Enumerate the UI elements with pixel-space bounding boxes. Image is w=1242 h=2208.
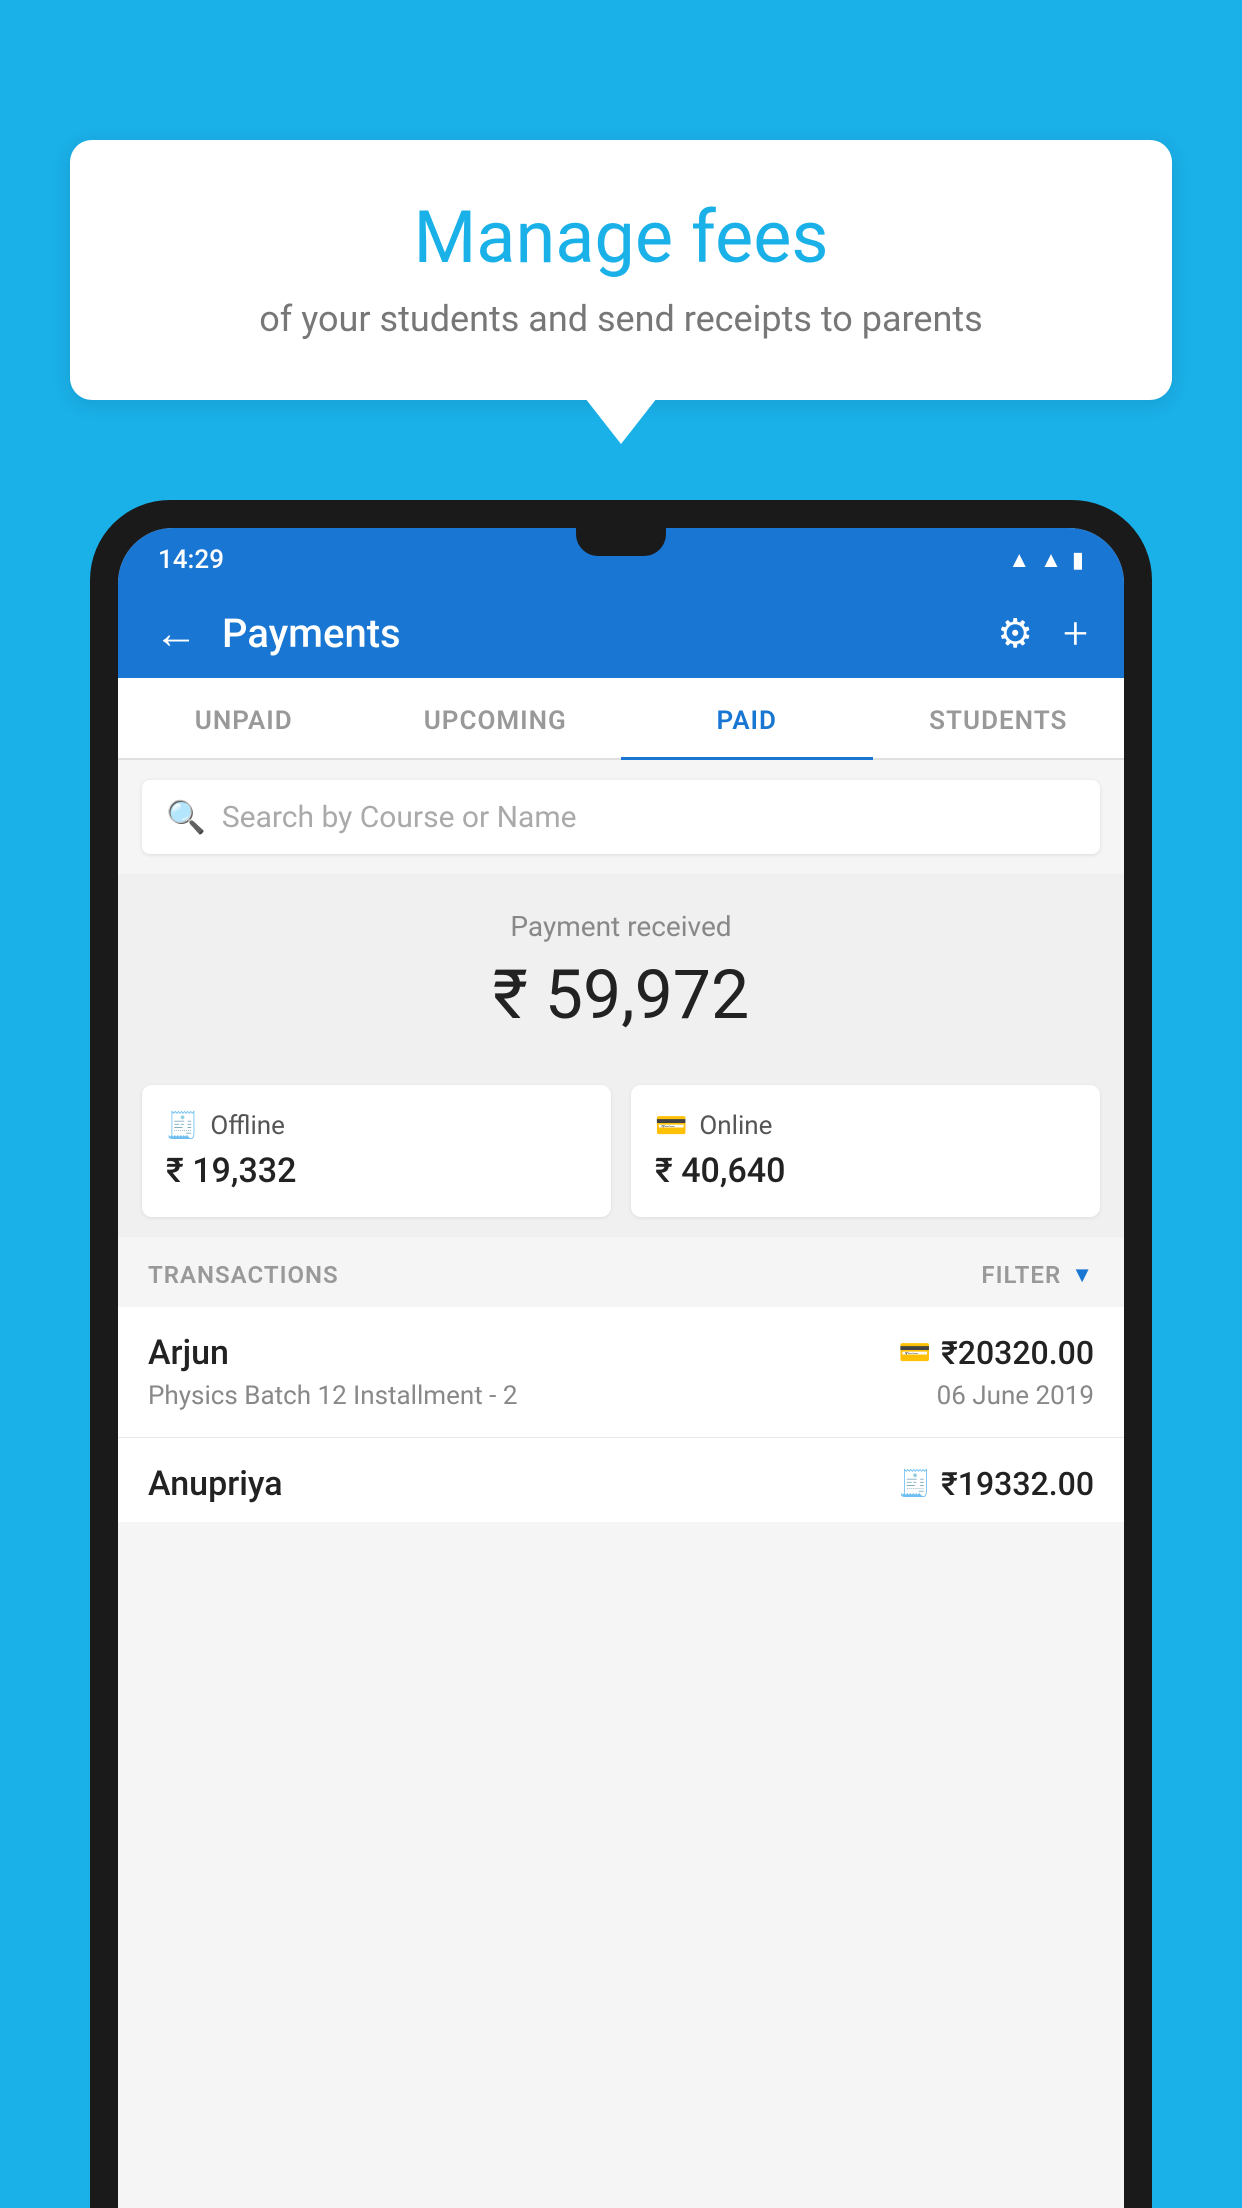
transaction-card-icon: 💳 — [899, 1338, 931, 1368]
payment-cards-row: 🧾 Offline ₹ 19,332 💳 Online ₹ 40,640 — [118, 1065, 1124, 1237]
signal-icon: ▲ — [1040, 547, 1062, 573]
search-input[interactable]: Search by Course or Name — [222, 800, 577, 835]
transaction-amount-wrap: 💳 ₹20320.00 — [899, 1334, 1094, 1372]
transaction-name: Arjun — [148, 1333, 229, 1373]
add-button[interactable]: + — [1063, 607, 1088, 659]
offline-card-header: 🧾 Offline — [166, 1111, 587, 1141]
transaction-amount: ₹20320.00 — [941, 1334, 1094, 1372]
transaction-offline-icon: 🧾 — [899, 1469, 931, 1499]
offline-icon: 🧾 — [166, 1111, 198, 1141]
online-card: 💳 Online ₹ 40,640 — [631, 1085, 1100, 1217]
status-time: 14:29 — [158, 545, 224, 575]
phone-screen: 14:29 ▲ ▲ ▮ ← Payments ⚙ + UNPAID UPCOMI… — [118, 528, 1124, 2208]
tab-upcoming[interactable]: UPCOMING — [370, 678, 622, 758]
back-button[interactable]: ← — [154, 611, 198, 655]
status-icons: ▲ ▲ ▮ — [1008, 547, 1084, 573]
bubble-subtitle: of your students and send receipts to pa… — [130, 298, 1112, 340]
transaction-bottom-row: Physics Batch 12 Installment - 2 06 June… — [148, 1381, 1094, 1411]
payment-summary: Payment received ₹ 59,972 — [118, 874, 1124, 1065]
wifi-icon: ▲ — [1008, 547, 1030, 573]
filter-label: FILTER — [981, 1261, 1061, 1289]
transaction-top-row: Anupriya 🧾 ₹19332.00 — [148, 1464, 1094, 1504]
phone-body: 14:29 ▲ ▲ ▮ ← Payments ⚙ + UNPAID UPCOMI… — [90, 500, 1152, 2208]
transactions-header: TRANSACTIONS FILTER ▼ — [118, 1237, 1124, 1307]
speech-bubble-container: Manage fees of your students and send re… — [70, 140, 1172, 400]
phone-wrapper: 14:29 ▲ ▲ ▮ ← Payments ⚙ + UNPAID UPCOMI… — [90, 500, 1152, 2208]
filter-icon: ▼ — [1071, 1262, 1094, 1288]
offline-label: Offline — [210, 1111, 285, 1141]
transaction-amount: ₹19332.00 — [941, 1465, 1094, 1503]
transaction-date: 06 June 2019 — [937, 1381, 1094, 1411]
tab-paid[interactable]: PAID — [621, 678, 873, 758]
tab-unpaid[interactable]: UNPAID — [118, 678, 370, 758]
online-label: Online — [699, 1111, 772, 1141]
filter-button[interactable]: FILTER ▼ — [981, 1261, 1094, 1289]
offline-card: 🧾 Offline ₹ 19,332 — [142, 1085, 611, 1217]
phone-notch — [576, 528, 666, 556]
bubble-title: Manage fees — [130, 195, 1112, 280]
online-icon: 💳 — [655, 1111, 687, 1141]
tab-students[interactable]: STUDENTS — [873, 678, 1125, 758]
transaction-amount-wrap: 🧾 ₹19332.00 — [899, 1465, 1094, 1503]
speech-bubble: Manage fees of your students and send re… — [70, 140, 1172, 400]
search-bar[interactable]: 🔍 Search by Course or Name — [142, 780, 1100, 854]
gear-button[interactable]: ⚙ — [997, 610, 1033, 657]
transaction-top-row: Arjun 💳 ₹20320.00 — [148, 1333, 1094, 1373]
payment-total-amount: ₹ 59,972 — [138, 955, 1104, 1035]
transaction-item[interactable]: Arjun 💳 ₹20320.00 Physics Batch 12 Insta… — [118, 1307, 1124, 1438]
transaction-course: Physics Batch 12 Installment - 2 — [148, 1381, 517, 1411]
online-card-header: 💳 Online — [655, 1111, 1076, 1141]
offline-amount: ₹ 19,332 — [166, 1151, 587, 1191]
transaction-name: Anupriya — [148, 1464, 283, 1504]
tabs-bar: UNPAID UPCOMING PAID STUDENTS — [118, 678, 1124, 760]
battery-icon: ▮ — [1072, 548, 1084, 573]
search-icon: 🔍 — [166, 798, 206, 836]
transactions-label: TRANSACTIONS — [148, 1261, 339, 1289]
app-bar: ← Payments ⚙ + — [118, 588, 1124, 678]
online-amount: ₹ 40,640 — [655, 1151, 1076, 1191]
payment-received-label: Payment received — [138, 910, 1104, 943]
app-title: Payments — [222, 610, 997, 657]
transaction-item[interactable]: Anupriya 🧾 ₹19332.00 — [118, 1438, 1124, 1522]
